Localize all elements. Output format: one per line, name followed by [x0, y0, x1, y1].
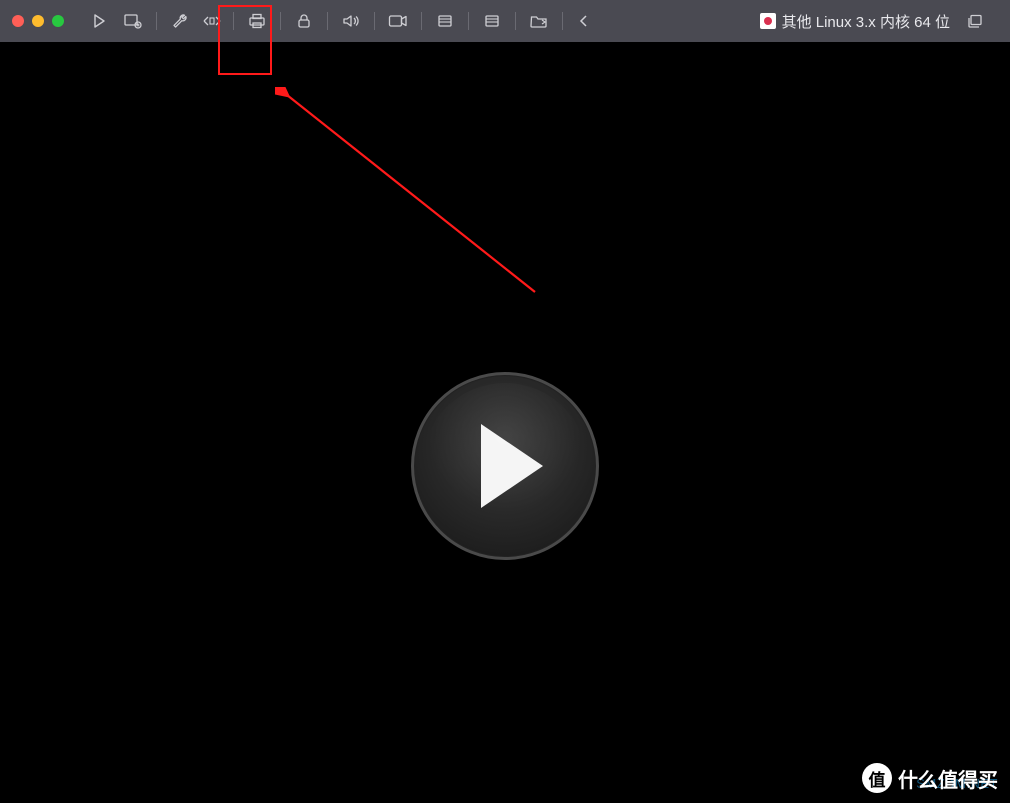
snapshot-icon: [124, 13, 142, 29]
vm-os-icon: [760, 13, 776, 29]
toolbar-separator: [515, 12, 516, 30]
annotation-arrow: [275, 87, 555, 307]
stack-icon: [967, 14, 983, 28]
resize-icon: [202, 15, 222, 27]
minimize-window-button[interactable]: [32, 15, 44, 27]
vm-content-area: SMZDM.NET 值 什么值得买: [0, 42, 1010, 803]
wrench-icon: [171, 12, 189, 30]
window-toolbar: 其他 Linux 3.x 内核 64 位: [0, 0, 1010, 42]
toolbar-separator: [233, 12, 234, 30]
toolbar-right-group: [958, 7, 992, 35]
toolbar-separator: [327, 12, 328, 30]
disk-icon: [484, 14, 500, 28]
toolbar-separator: [562, 12, 563, 30]
vm-title-text: 其他 Linux 3.x 内核 64 位: [782, 11, 950, 32]
folder-share-icon: [530, 14, 548, 28]
vm-title: 其他 Linux 3.x 内核 64 位: [760, 11, 950, 32]
vm-power-on-button[interactable]: [411, 372, 599, 560]
play-icon: [92, 14, 106, 28]
toolbar-separator: [468, 12, 469, 30]
toolbar-separator: [156, 12, 157, 30]
hard-disk-button-2[interactable]: [475, 7, 509, 35]
back-button[interactable]: [569, 7, 599, 35]
toolbar-separator: [280, 12, 281, 30]
printer-button[interactable]: [240, 7, 274, 35]
printer-icon: [248, 13, 266, 29]
lock-icon: [296, 13, 312, 29]
maximize-window-button[interactable]: [52, 15, 64, 27]
encryption-button[interactable]: [287, 7, 321, 35]
resize-view-button[interactable]: [197, 7, 227, 35]
chevron-left-icon: [579, 14, 589, 28]
settings-button[interactable]: [163, 7, 197, 35]
snapshot-button[interactable]: [116, 7, 150, 35]
view-all-windows-button[interactable]: [958, 7, 992, 35]
camera-button[interactable]: [381, 7, 415, 35]
hard-disk-button-1[interactable]: [428, 7, 462, 35]
close-window-button[interactable]: [12, 15, 24, 27]
sound-button[interactable]: [334, 7, 368, 35]
toolbar-separator: [421, 12, 422, 30]
shared-folder-button[interactable]: [522, 7, 556, 35]
toolbar-icon-group: [82, 7, 599, 35]
traffic-lights: [12, 15, 64, 27]
watermark-text: 什么值得买: [898, 764, 998, 793]
camera-icon: [388, 14, 408, 28]
watermark-badge: 值: [862, 763, 892, 793]
watermark: 值 什么值得买: [862, 763, 998, 793]
disk-icon: [437, 14, 453, 28]
toolbar-separator: [374, 12, 375, 30]
play-button[interactable]: [82, 7, 116, 35]
sound-icon: [342, 14, 360, 28]
play-icon: [481, 424, 543, 508]
